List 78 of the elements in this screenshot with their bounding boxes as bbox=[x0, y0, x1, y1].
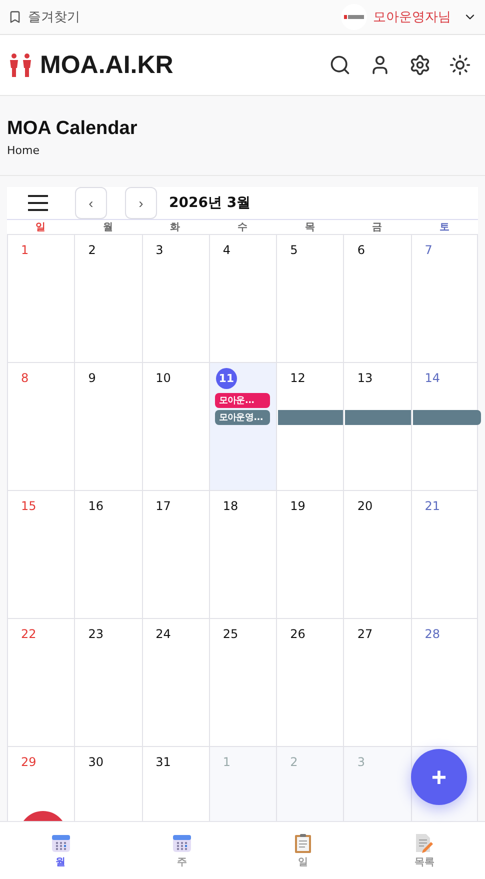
today-date: 11 bbox=[216, 368, 237, 389]
day-number: 4 bbox=[222, 243, 230, 258]
day-number: 21 bbox=[424, 499, 440, 514]
day-number: 15 bbox=[21, 499, 36, 514]
document-pencil-icon bbox=[414, 832, 434, 852]
day-number: 8 bbox=[21, 371, 29, 386]
day-number: 16 bbox=[88, 499, 104, 514]
day-number: 14 bbox=[424, 371, 440, 386]
day-cell[interactable]: 11 모아운... 모아운영... bbox=[208, 363, 276, 490]
nav-tab[interactable]: 월 bbox=[0, 822, 122, 879]
day-number: 30 bbox=[88, 755, 104, 770]
event-bar[interactable]: 모아운영... bbox=[214, 410, 270, 425]
breadcrumb-link[interactable]: Home bbox=[7, 144, 478, 157]
event-bar[interactable]: 모아운... bbox=[214, 393, 270, 408]
day-cell[interactable]: 19 bbox=[276, 491, 344, 618]
day-number: 23 bbox=[88, 627, 104, 642]
day-number: 31 bbox=[156, 755, 171, 770]
day-number: 12 bbox=[290, 371, 306, 386]
day-number: 25 bbox=[222, 627, 238, 642]
day-number: 10 bbox=[156, 371, 171, 386]
bookmark-icon[interactable] bbox=[8, 10, 22, 24]
clipboard-icon bbox=[294, 832, 312, 852]
day-number: 26 bbox=[290, 627, 306, 642]
menu-icon[interactable] bbox=[27, 194, 49, 212]
day-number: 20 bbox=[357, 499, 373, 514]
day-cell[interactable]: 13 bbox=[343, 363, 411, 490]
day-number: 28 bbox=[424, 627, 440, 642]
day-number: 29 bbox=[21, 755, 36, 770]
day-number: 2 bbox=[88, 243, 96, 258]
day-cell[interactable]: 26 bbox=[276, 619, 344, 746]
next-month-button[interactable]: › bbox=[125, 187, 157, 219]
day-cell[interactable]: 8 bbox=[7, 363, 74, 490]
weekday-label: 일 bbox=[34, 221, 47, 234]
day-cell[interactable]: 5 bbox=[276, 235, 344, 362]
day-number: 3 bbox=[357, 755, 366, 770]
day-number: 5 bbox=[290, 243, 298, 258]
day-number: 24 bbox=[156, 627, 171, 642]
day-number: 27 bbox=[357, 627, 373, 642]
page-title: MOA Calendar bbox=[7, 118, 138, 140]
bookmark-link[interactable]: 즐겨찾기 bbox=[28, 8, 80, 26]
day-number: 19 bbox=[290, 499, 306, 514]
calendar-icon bbox=[50, 832, 71, 852]
day-number: 13 bbox=[357, 371, 373, 386]
day-cell[interactable]: 12 bbox=[276, 363, 344, 490]
sun-icon[interactable] bbox=[449, 54, 471, 76]
settings-icon[interactable] bbox=[409, 54, 431, 76]
site-logo[interactable]: MOA.AI.KR bbox=[40, 50, 174, 80]
day-number: 6 bbox=[357, 243, 366, 258]
weekday-label: 수 bbox=[236, 221, 248, 234]
search-icon[interactable] bbox=[329, 54, 351, 76]
calendar-icon bbox=[172, 832, 192, 852]
day-cell[interactable]: 7 bbox=[410, 235, 478, 362]
month-title: 2026년 3월 bbox=[169, 194, 251, 212]
day-number: 22 bbox=[21, 627, 36, 642]
day-number: 1 bbox=[222, 755, 230, 770]
day-cell[interactable]: 14 bbox=[410, 363, 478, 490]
day-number: 17 bbox=[156, 499, 171, 514]
people-icon bbox=[8, 53, 34, 77]
day-number: 2 bbox=[290, 755, 298, 770]
day-number: 3 bbox=[156, 243, 164, 258]
day-cell[interactable]: 29 bbox=[7, 747, 74, 821]
day-cell[interactable]: 15 bbox=[7, 491, 74, 618]
day-number: 18 bbox=[222, 499, 238, 514]
weekday-label: 금 bbox=[371, 221, 384, 234]
day-cell[interactable]: 22 bbox=[7, 619, 74, 746]
previous-month-button[interactable]: ‹ bbox=[75, 187, 107, 219]
weekday-label: 토 bbox=[438, 221, 450, 234]
day-number: 7 bbox=[424, 243, 432, 258]
weekday-label: 목 bbox=[304, 221, 316, 234]
day-number: 9 bbox=[88, 371, 96, 386]
day-cell[interactable]: 1 bbox=[7, 235, 74, 362]
logo-icon bbox=[344, 15, 364, 19]
day-number: 1 bbox=[21, 243, 29, 258]
user-name[interactable]: 모아운영자님 bbox=[373, 8, 451, 26]
day-cell[interactable]: 28 bbox=[410, 619, 478, 746]
weekday-label: 월 bbox=[102, 221, 114, 234]
day-cell[interactable]: 21 bbox=[410, 491, 478, 618]
weekday-label: 화 bbox=[169, 221, 182, 234]
